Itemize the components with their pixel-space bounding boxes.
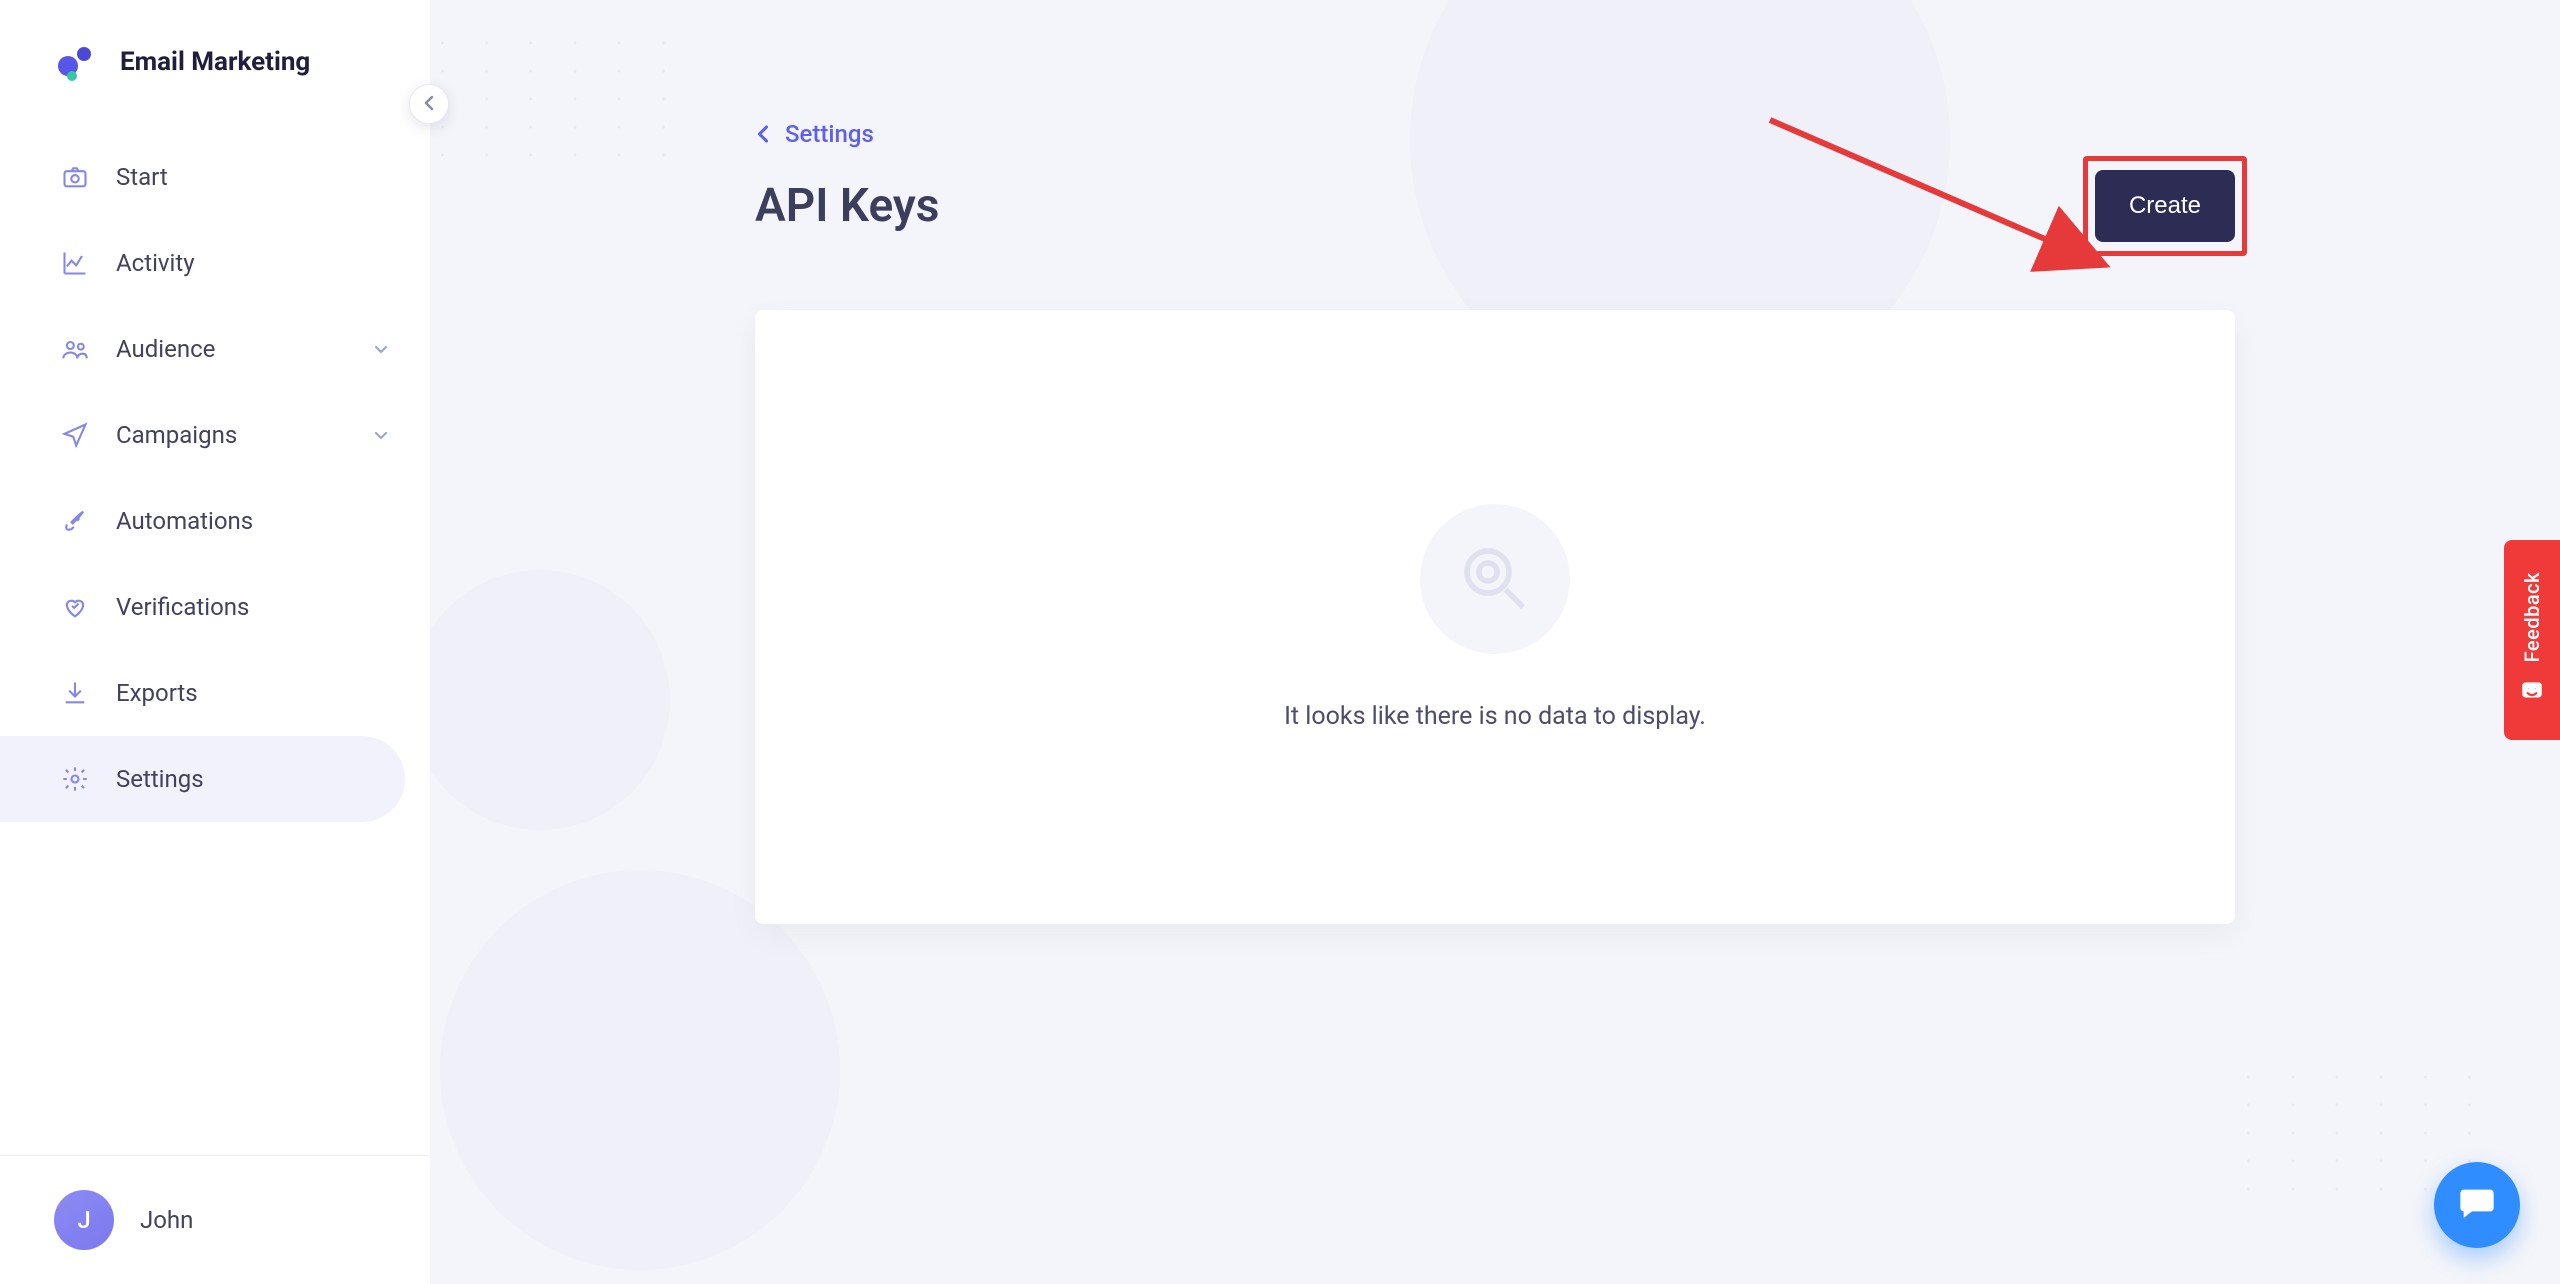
page-title: API Keys — [755, 179, 939, 233]
sidebar-item-label: Campaigns — [116, 421, 237, 449]
chevron-left-icon — [755, 122, 771, 146]
sidebar-item-verifications[interactable]: Verifications — [0, 564, 429, 650]
sidebar-item-label: Audience — [116, 335, 215, 363]
feedback-smile-icon — [2519, 678, 2545, 708]
sidebar-item-audience[interactable]: Audience — [0, 306, 429, 392]
api-keys-card: It looks like there is no data to displa… — [755, 310, 2235, 924]
brand: Email Marketing — [0, 0, 429, 124]
download-icon — [60, 678, 90, 708]
sidebar-item-campaigns[interactable]: Campaigns — [0, 392, 429, 478]
empty-state: It looks like there is no data to displa… — [1284, 504, 1706, 731]
gear-icon — [60, 764, 90, 794]
logo-icon — [54, 40, 98, 84]
send-icon — [60, 420, 90, 450]
create-button[interactable]: Create — [2095, 170, 2235, 242]
search-empty-icon — [1420, 504, 1570, 654]
sidebar-item-label: Automations — [116, 507, 253, 535]
avatar: J — [54, 1190, 114, 1250]
username: John — [140, 1206, 193, 1234]
chevron-down-icon — [373, 335, 389, 363]
sidebar-item-label: Activity — [116, 249, 195, 277]
app-title: Email Marketing — [120, 47, 310, 77]
camera-icon — [60, 162, 90, 192]
sidebar-item-activity[interactable]: Activity — [0, 220, 429, 306]
sidebar: Email Marketing Start Activity Audience — [0, 0, 430, 1284]
people-icon — [60, 334, 90, 364]
sidebar-nav: Start Activity Audience Campaigns — [0, 124, 429, 1155]
sidebar-item-label: Verifications — [116, 593, 249, 621]
sidebar-item-exports[interactable]: Exports — [0, 650, 429, 736]
heart-check-icon — [60, 592, 90, 622]
empty-message: It looks like there is no data to displa… — [1284, 702, 1706, 731]
breadcrumb[interactable]: Settings — [755, 120, 2235, 148]
breadcrumb-label: Settings — [785, 120, 874, 148]
activity-chart-icon — [60, 248, 90, 278]
sidebar-item-label: Settings — [116, 765, 204, 793]
sidebar-item-label: Start — [116, 163, 168, 191]
chevron-down-icon — [373, 421, 389, 449]
user-area[interactable]: J John — [0, 1155, 429, 1284]
sidebar-item-label: Exports — [116, 679, 198, 707]
rocket-icon — [60, 506, 90, 536]
feedback-tab[interactable]: Feedback — [2504, 540, 2560, 740]
heading-row: API Keys Create — [755, 170, 2235, 242]
chat-widget-button[interactable] — [2434, 1162, 2520, 1248]
sidebar-item-settings[interactable]: Settings — [0, 736, 405, 822]
main: Settings API Keys Create It looks like t… — [430, 0, 2560, 1284]
chat-icon — [2457, 1183, 2497, 1227]
sidebar-item-automations[interactable]: Automations — [0, 478, 429, 564]
avatar-initial: J — [77, 1206, 90, 1234]
feedback-label: Feedback — [2520, 572, 2544, 662]
sidebar-item-start[interactable]: Start — [0, 134, 429, 220]
content: Settings API Keys Create It looks like t… — [715, 0, 2275, 924]
